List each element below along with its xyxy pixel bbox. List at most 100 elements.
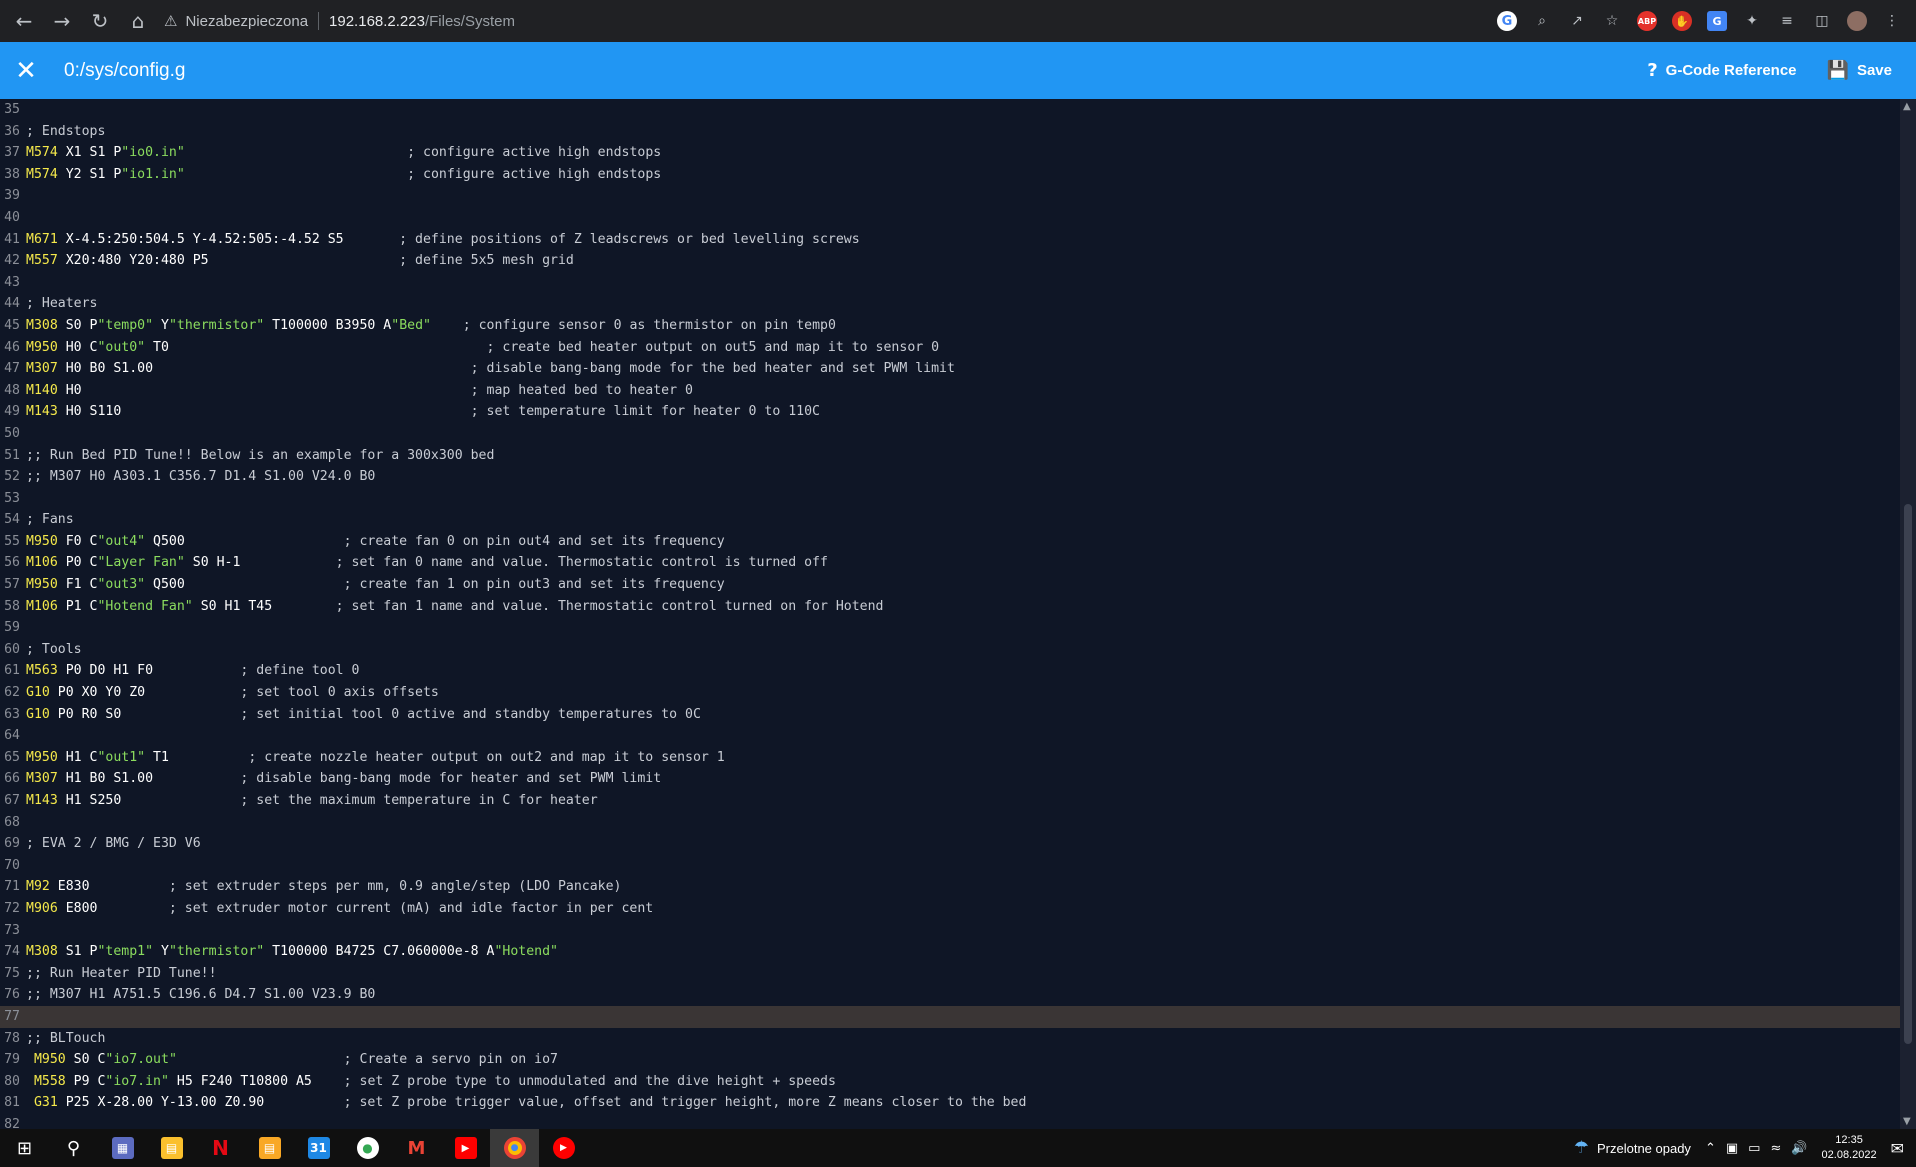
code-line[interactable]: 69 ; EVA 2 / BMG / E3D V6 (0, 833, 1900, 855)
code-line[interactable]: 78 ;; BLTouch (0, 1028, 1900, 1050)
device-icon[interactable]: ▣ (1726, 1141, 1738, 1156)
gcode-reference-button[interactable]: ? G-Code Reference (1647, 60, 1796, 81)
code-line[interactable]: 72 M906 E800 ; set extruder motor current… (0, 898, 1900, 920)
code-line[interactable]: 79 M950 S0 C"io7.out" ; Create a servo p… (0, 1049, 1900, 1071)
scroll-down-icon[interactable]: ▼ (1903, 1116, 1911, 1127)
code-line[interactable]: 45 M308 S0 P"temp0" Y"thermistor" T100000… (0, 315, 1900, 337)
scroll-up-icon[interactable]: ▲ (1903, 101, 1911, 112)
extensions-puzzle-icon[interactable]: ✦ (1742, 11, 1762, 31)
wifi-icon[interactable]: ≈ (1770, 1141, 1781, 1156)
code-line[interactable]: 81 G31 P25 X-28.00 Y-13.00 Z0.90 ; set Z… (0, 1092, 1900, 1114)
code-line[interactable]: 80 M558 P9 C"io7.in" H5 F240 T10800 A5 ;… (0, 1071, 1900, 1093)
netflix-icon[interactable]: N (196, 1129, 245, 1167)
translate-icon[interactable]: G (1707, 11, 1727, 31)
code-line[interactable]: 43 (0, 272, 1900, 294)
editor-scrollbar[interactable]: ▲ ▼ (1900, 99, 1916, 1129)
code-line[interactable]: 51 ;; Run Bed PID Tune!! Below is an exam… (0, 445, 1900, 467)
file-explorer-icon[interactable]: ▤ (245, 1129, 294, 1167)
notes-icon[interactable]: ▤ (147, 1129, 196, 1167)
code-line[interactable]: 58 M106 P1 C"Hotend Fan" S0 H1 T45 ; set … (0, 596, 1900, 618)
code-line[interactable]: 38 M574 Y2 S1 P"io1.in" ; configure activ… (0, 164, 1900, 186)
address-bar[interactable]: ⚠ Niezabezpieczona 192.168.2.223/Files/S… (164, 5, 515, 37)
google-icon[interactable]: G (1497, 11, 1517, 31)
code-line[interactable]: 77 (0, 1005, 1900, 1028)
code-line[interactable]: 73 (0, 920, 1900, 942)
battery-icon[interactable]: ▭ (1748, 1141, 1760, 1156)
code-token: ; set initial tool 0 active and standby … (121, 706, 701, 722)
code-token: ; create nozzle heater output on out2 an… (168, 749, 725, 765)
code-line[interactable]: 41 M671 X-4.5:250:504.5 Y-4.52:505:-4.52 … (0, 229, 1900, 251)
code-line[interactable]: 42 M557 X20:480 Y20:480 P5 ; define 5x5 m… (0, 250, 1900, 272)
code-token: M92 (26, 879, 50, 895)
code-line[interactable]: 60 ; Tools (0, 639, 1900, 661)
code-line[interactable]: 48 M140 H0 ; map heated bed to heater 0 (0, 380, 1900, 402)
weather-widget[interactable]: ☂ Przelotne opady (1574, 1138, 1691, 1158)
code-line[interactable]: 82 (0, 1114, 1900, 1129)
search-icon[interactable]: ⚲ (49, 1129, 98, 1167)
code-line[interactable]: 68 (0, 812, 1900, 834)
profile-avatar[interactable] (1847, 11, 1867, 31)
code-line[interactable]: 55 M950 F0 C"out4" Q500 ; create fan 0 on… (0, 531, 1900, 553)
code-line[interactable]: 76 ;; M307 H1 A751.5 C196.6 D4.7 S1.00 V2… (0, 984, 1900, 1006)
code-line[interactable]: 61 M563 P0 D0 H1 F0 ; define tool 0 (0, 660, 1900, 682)
volume-icon[interactable]: 🔊 (1791, 1141, 1807, 1156)
code-line[interactable]: 36 ; Endstops (0, 121, 1900, 143)
code-line[interactable]: 37 M574 X1 S1 P"io0.in" ; configure activ… (0, 142, 1900, 164)
code-line[interactable]: 67 M143 H1 S250 ; set the maximum tempera… (0, 790, 1900, 812)
code-line[interactable]: 65 M950 H1 C"out1" T1 ; create nozzle hea… (0, 747, 1900, 769)
line-number: 46 (4, 339, 20, 355)
code-line[interactable]: 66 M307 H1 B0 S1.00 ; disable bang-bang m… (0, 768, 1900, 790)
close-icon[interactable]: ✕ (0, 56, 52, 86)
code-line[interactable]: 39 (0, 185, 1900, 207)
code-line[interactable]: 35 (0, 99, 1900, 121)
code-line[interactable]: 52 ;; M307 H0 A303.1 C356.7 D1.4 S1.00 V2… (0, 466, 1900, 488)
calculator-icon[interactable]: ▦ (98, 1129, 147, 1167)
youtube-icon[interactable]: ▶ (441, 1129, 490, 1167)
chrome-icon[interactable]: ● (490, 1129, 539, 1167)
code-line[interactable]: 46 M950 H0 C"out0" T0 ; create bed heater… (0, 337, 1900, 359)
clock[interactable]: 12:35 02.08.2022 (1822, 1133, 1877, 1163)
code-line[interactable]: 40 (0, 207, 1900, 229)
line-number: 49 (4, 404, 20, 420)
stop-extension-icon[interactable]: ✋ (1672, 11, 1692, 31)
code-line[interactable]: 50 (0, 423, 1900, 445)
maps-icon[interactable]: ● (343, 1129, 392, 1167)
gmail-icon[interactable]: M (392, 1129, 441, 1167)
chevron-up-icon[interactable]: ⌃ (1705, 1141, 1716, 1156)
menu-kebab-icon[interactable]: ⋮ (1882, 11, 1902, 31)
code-line[interactable]: 54 ; Fans (0, 509, 1900, 531)
code-line[interactable]: 63 G10 P0 R0 S0 ; set initial tool 0 acti… (0, 704, 1900, 726)
home-icon[interactable]: ⌂ (128, 9, 148, 33)
code-line[interactable]: 74 M308 S1 P"temp1" Y"thermistor" T100000… (0, 941, 1900, 963)
calendar-icon[interactable]: 31 (294, 1129, 343, 1167)
bookmark-star-icon[interactable]: ☆ (1602, 11, 1622, 31)
windows-start-icon[interactable]: ⊞ (0, 1129, 49, 1167)
code-line[interactable]: 71 M92 E830 ; set extruder steps per mm, … (0, 876, 1900, 898)
code-token: P25 X-28.00 Y-13.00 Z0.90 (57, 1095, 265, 1111)
code-line[interactable]: 59 (0, 617, 1900, 639)
youtube-music-icon[interactable]: ▶ (539, 1129, 588, 1167)
zoom-icon[interactable]: ⌕ (1532, 11, 1552, 31)
code-editor[interactable]: 35 36 ; Endstops 37 M574 X1 S1 P"io0.in" ; c… (0, 99, 1900, 1129)
save-button[interactable]: 💾 Save (1827, 60, 1892, 81)
forward-icon[interactable]: → (52, 9, 72, 33)
scrollbar-thumb[interactable] (1904, 504, 1912, 1044)
code-line[interactable]: 49 M143 H0 S110 ; set temperature limit f… (0, 401, 1900, 423)
reading-list-icon[interactable]: ≡ (1777, 11, 1797, 31)
adblock-icon[interactable]: ABP (1637, 11, 1657, 31)
code-line[interactable]: 53 (0, 488, 1900, 510)
code-line[interactable]: 75 ;; Run Heater PID Tune!! (0, 963, 1900, 985)
code-line[interactable]: 64 (0, 725, 1900, 747)
code-line[interactable]: 70 (0, 855, 1900, 877)
back-icon[interactable]: ← (14, 9, 34, 33)
browser-toolbar: ← → ↻ ⌂ ⚠ Niezabezpieczona 192.168.2.223… (0, 0, 1916, 42)
reload-icon[interactable]: ↻ (90, 9, 110, 33)
share-icon[interactable]: ↗ (1567, 11, 1587, 31)
code-line[interactable]: 62 G10 P0 X0 Y0 Z0 ; set tool 0 axis offs… (0, 682, 1900, 704)
code-line[interactable]: 56 M106 P0 C"Layer Fan" S0 H-1 ; set fan … (0, 552, 1900, 574)
code-line[interactable]: 57 M950 F1 C"out3" Q500 ; create fan 1 on… (0, 574, 1900, 596)
notifications-icon[interactable]: ✉ (1891, 1139, 1904, 1158)
code-line[interactable]: 44 ; Heaters (0, 293, 1900, 315)
side-panel-icon[interactable]: ◫ (1812, 11, 1832, 31)
code-line[interactable]: 47 M307 H0 B0 S1.00 ; disable bang-bang m… (0, 358, 1900, 380)
